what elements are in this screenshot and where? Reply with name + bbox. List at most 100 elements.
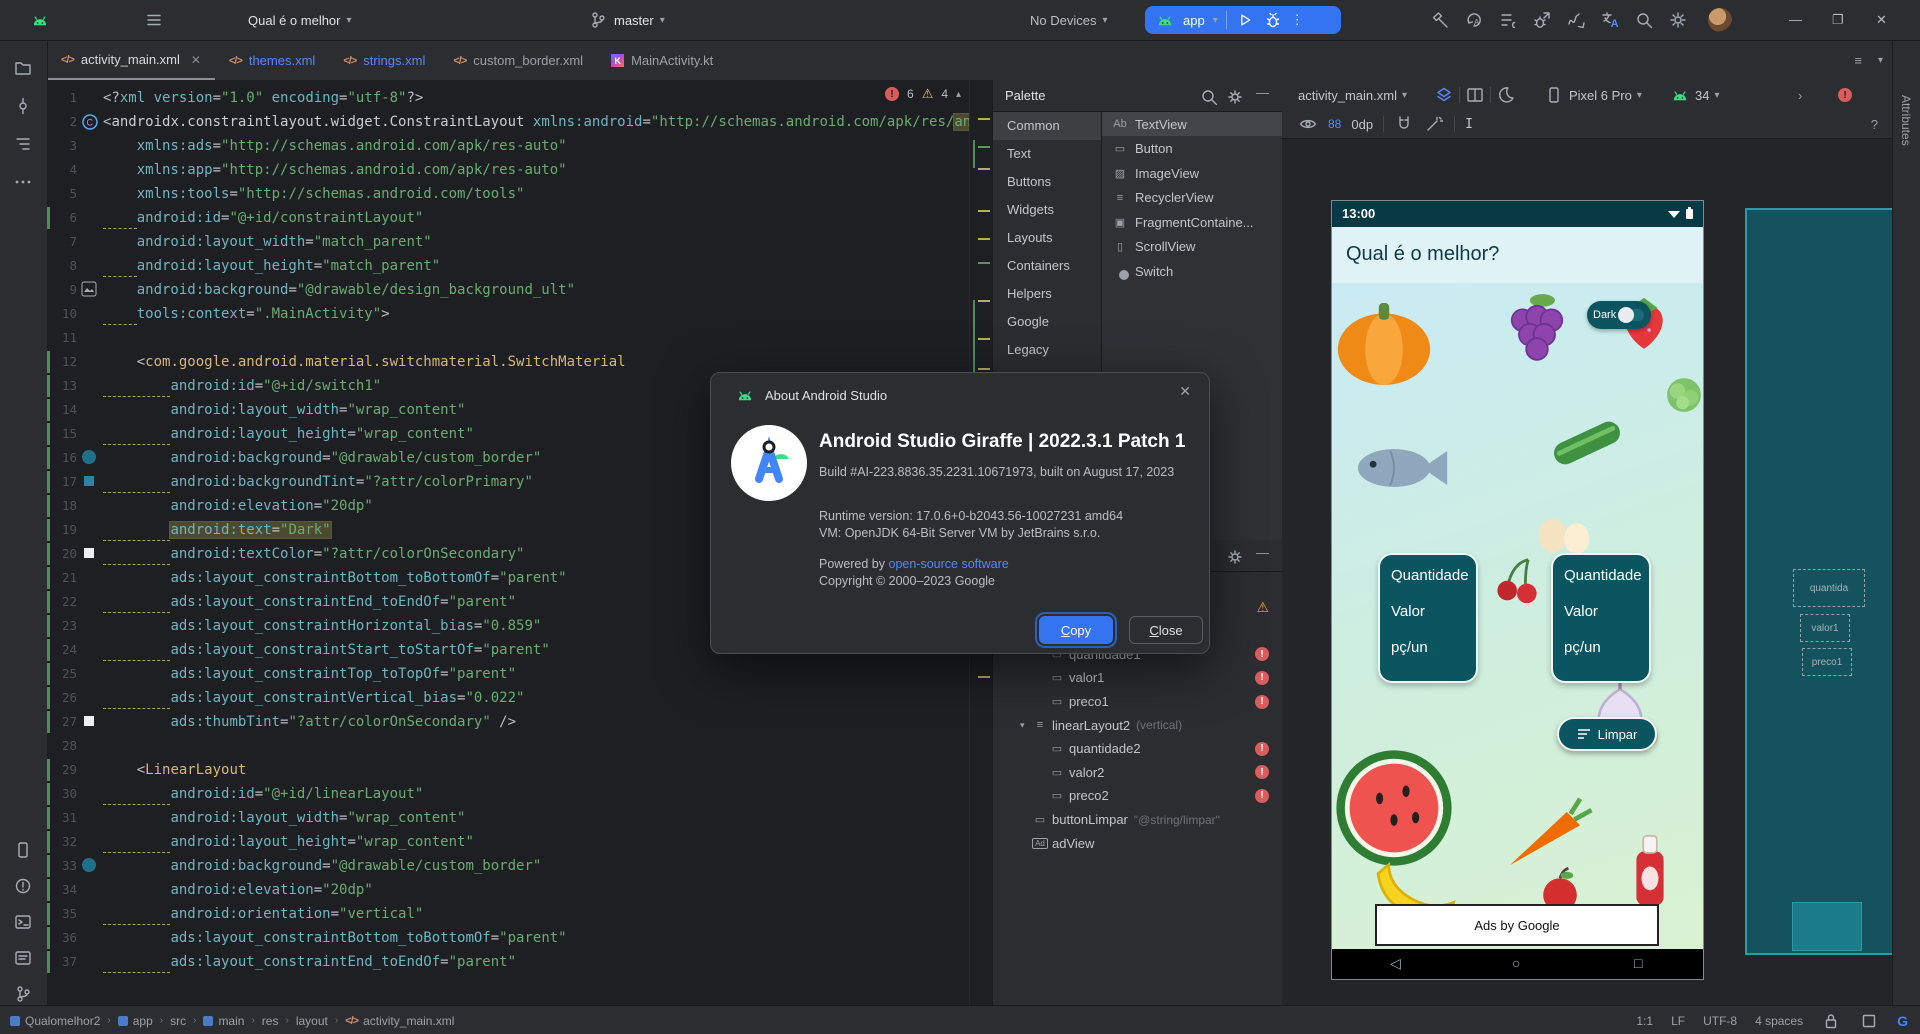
code-text[interactable]: android:layout_width="wrap_content"	[103, 806, 465, 830]
code-line[interactable]: 9 android:background="@drawable/design_b…	[47, 278, 992, 302]
design-mode-icon[interactable]	[1434, 85, 1454, 105]
tab-close-icon[interactable]: ✕	[191, 53, 201, 67]
code-line[interactable]: 8 android:layout_height="match_parent"	[47, 254, 992, 278]
component-tree-minimize-icon[interactable]: —	[1256, 545, 1269, 560]
breadcrumb-src[interactable]: src	[170, 1014, 186, 1028]
chevron-down-icon[interactable]: ▾	[1020, 720, 1032, 731]
code-line[interactable]: 36 ads:layout_constraintBottom_toBottomO…	[47, 926, 992, 950]
build-hammer-icon[interactable]	[1430, 10, 1450, 30]
code-line[interactable]: 26 ads:layout_constraintVertical_bias="0…	[47, 686, 992, 710]
palette-item-TextView[interactable]: Ab TextView	[1102, 112, 1284, 136]
analysis-mark[interactable]	[978, 238, 990, 240]
analysis-mark[interactable]	[978, 146, 990, 148]
code-text[interactable]: android:elevation="20dp"	[103, 878, 372, 902]
error-badge[interactable]: !	[1255, 765, 1269, 780]
line-ending[interactable]: LF	[1671, 1014, 1685, 1028]
line-number[interactable]: 37	[47, 950, 77, 974]
open-source-link[interactable]: open-source software	[889, 557, 1009, 571]
device-manager-icon[interactable]	[13, 840, 33, 860]
line-number[interactable]: 7	[47, 230, 77, 254]
device-preview[interactable]: 13:00 Qual é o melhor? Dark Quantidade V…	[1331, 200, 1704, 980]
line-number[interactable]: 22	[47, 590, 77, 614]
error-badge[interactable]: !	[1255, 788, 1269, 803]
project-folder-icon[interactable]	[13, 58, 33, 78]
code-text[interactable]: tools:context=".MainActivity">	[103, 302, 390, 326]
code-text[interactable]: <LinearLayout	[103, 758, 247, 782]
gutter-img-icon[interactable]	[81, 281, 99, 299]
code-text[interactable]: ads:layout_constraintTop_toTopOf="parent…	[103, 662, 516, 686]
palette-item-ScrollView[interactable]: ▯ ScrollView	[1102, 235, 1284, 259]
breadcrumb-layout[interactable]: layout	[296, 1014, 328, 1028]
code-line[interactable]: 6 android:id="@+id/constraintLayout"	[47, 206, 992, 230]
night-mode-icon[interactable]	[1496, 85, 1516, 105]
palette-category-Google[interactable]: Google	[993, 308, 1101, 336]
prev-issue-button[interactable]: ▴	[956, 89, 961, 100]
lock-icon[interactable]	[1821, 1011, 1841, 1031]
code-text[interactable]: android:layout_width="wrap_content"	[103, 398, 465, 422]
dialog-close-icon[interactable]: ✕	[1179, 383, 1191, 400]
line-number[interactable]: 17	[47, 470, 77, 494]
breadcrumb-res[interactable]: res	[262, 1014, 279, 1028]
text-cursor-icon[interactable]: I	[1465, 117, 1473, 132]
run-configuration[interactable]: app	[1183, 13, 1205, 28]
tree-row-valor1[interactable]: ▭ valor1!	[993, 666, 1283, 689]
branch-selector[interactable]: master ▾	[588, 0, 665, 40]
code-line[interactable]: 33 android:background="@drawable/custom_…	[47, 854, 992, 878]
todo-list-icon[interactable]	[1498, 10, 1518, 30]
line-number[interactable]: 15	[47, 422, 77, 446]
code-text[interactable]: android:layout_width="match_parent"	[103, 230, 432, 254]
view-options-icon[interactable]	[1298, 114, 1318, 134]
line-number[interactable]: 35	[47, 902, 77, 926]
code-text[interactable]: android:background="@drawable/design_bac…	[103, 278, 575, 302]
code-line[interactable]: 4 xmlns:app="http://schemas.android.com/…	[47, 158, 992, 182]
code-text[interactable]: android:background="@drawable/custom_bor…	[103, 854, 541, 878]
tab-strings.xml[interactable]: </> strings.xml	[329, 41, 439, 80]
palette-category-Containers[interactable]: Containers	[993, 252, 1101, 280]
line-number[interactable]: 10	[47, 302, 77, 326]
line-number[interactable]: 29	[47, 758, 77, 782]
blueprint-ad-box[interactable]	[1792, 902, 1862, 951]
logcat-icon[interactable]	[13, 948, 33, 968]
tab-themes.xml[interactable]: </> themes.xml	[215, 41, 329, 80]
analysis-mark[interactable]	[978, 118, 990, 120]
avatar[interactable]	[1708, 8, 1732, 32]
code-line[interactable]: 2 C <androidx.constraintlayout.widget.Cons…	[47, 110, 992, 134]
warning-badge[interactable]: ⚠	[1256, 599, 1269, 616]
commit-icon[interactable]	[13, 96, 33, 116]
palette-category-Buttons[interactable]: Buttons	[993, 168, 1101, 196]
code-line[interactable]: 31 android:layout_width="wrap_content"	[47, 806, 992, 830]
analysis-mark[interactable]	[978, 168, 990, 170]
terminal-icon[interactable]	[13, 912, 33, 932]
line-number[interactable]: 1	[47, 86, 77, 110]
palette-item-FragmentContaine...[interactable]: ▣ FragmentContaine...	[1102, 210, 1284, 234]
profiler-icon[interactable]	[1566, 10, 1586, 30]
code-text[interactable]: xmlns:ads="http://schemas.android.com/ap…	[103, 134, 567, 158]
line-number[interactable]: 28	[47, 734, 77, 758]
line-number[interactable]: 33	[47, 854, 77, 878]
code-text[interactable]: ads:layout_constraintBottom_toBottomOf="…	[103, 566, 566, 590]
tab-MainActivity.kt[interactable]: K MainActivity.kt	[597, 41, 727, 80]
code-line[interactable]: 30 android:id="@+id/linearLayout"	[47, 782, 992, 806]
code-text[interactable]: android:layout_height="match_parent"	[103, 254, 440, 278]
code-line[interactable]: 34 android:elevation="20dp"	[47, 878, 992, 902]
magnet-icon[interactable]	[1394, 114, 1414, 134]
line-number[interactable]: 6	[47, 206, 77, 230]
settings-icon[interactable]	[1668, 10, 1688, 30]
device-picker[interactable]: Pixel 6 Pro ▾	[1544, 80, 1642, 110]
code-text[interactable]: <?xml version="1.0" encoding="utf-8"?>	[103, 86, 423, 110]
palette-item-Button[interactable]: ▭ Button	[1102, 137, 1284, 161]
code-text[interactable]: xmlns:tools="http://schemas.android.com/…	[103, 182, 525, 206]
line-number[interactable]: 26	[47, 686, 77, 710]
line-number[interactable]: 2	[47, 110, 77, 134]
code-line[interactable]: 37 ads:layout_constraintEnd_toEndOf="par…	[47, 950, 992, 974]
analysis-mark[interactable]	[978, 338, 990, 340]
tree-row-buttonLimpar[interactable]: ▭ buttonLimpar "@string/limpar"	[993, 808, 1283, 831]
gutter-sqw-icon[interactable]	[81, 713, 99, 731]
constraints-icon[interactable]: 88	[1328, 117, 1341, 131]
line-number[interactable]: 31	[47, 806, 77, 830]
device-selector[interactable]: No Devices ▾	[1030, 0, 1108, 40]
code-line[interactable]: 29 <LinearLayout	[47, 758, 992, 782]
infer-constraints-icon[interactable]	[1424, 114, 1444, 134]
line-number[interactable]: 12	[47, 350, 77, 374]
gutter-cl-icon[interactable]: C	[81, 113, 99, 131]
